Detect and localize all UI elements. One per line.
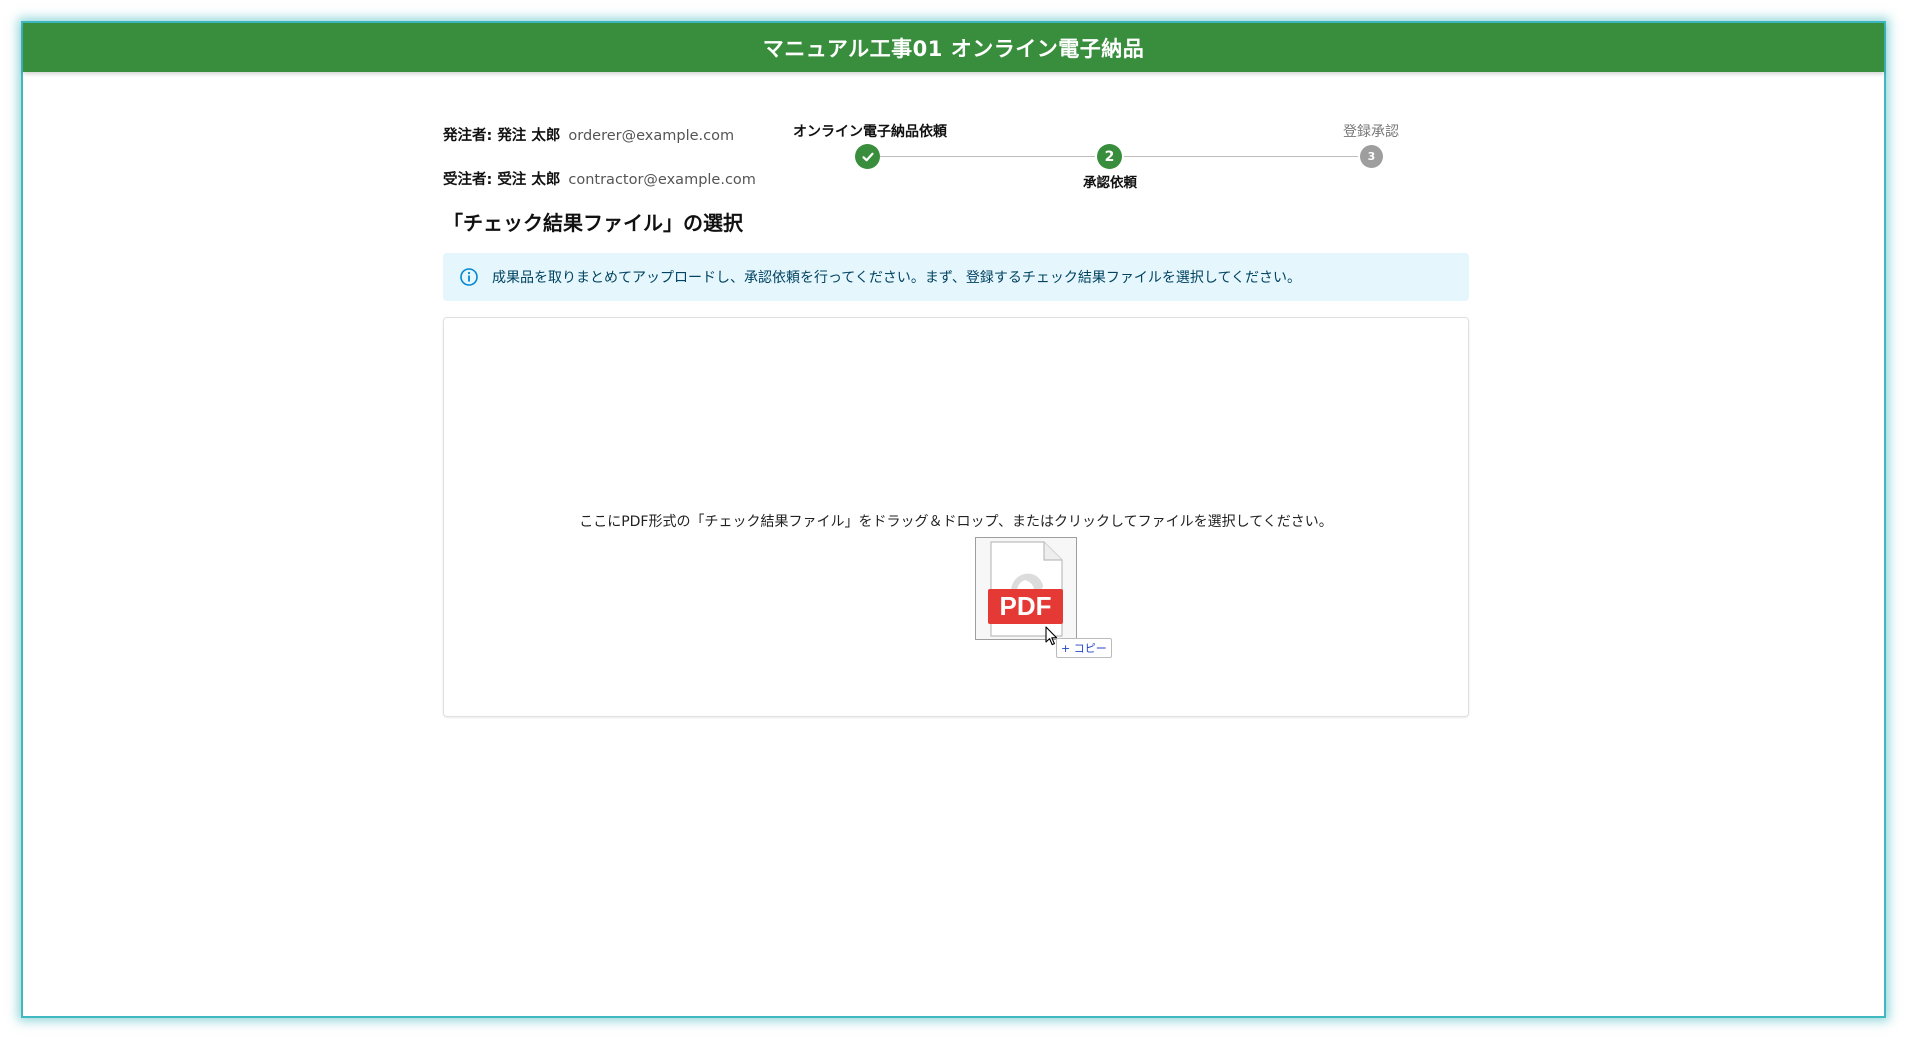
step-3-label: 登録承認 [1343,124,1399,140]
info-icon [459,267,479,287]
dropzone-instruction: ここにPDF形式の「チェック結果ファイル」をドラッグ＆ドロップ、またはクリックし… [579,514,1333,530]
file-dropzone[interactable]: ここにPDF形式の「チェック結果ファイル」をドラッグ＆ドロップ、またはクリックし… [443,317,1469,717]
step-2-number: 2 [1097,144,1122,169]
app-title: マニュアル工事01 オンライン電子納品 [762,36,1145,61]
step-3-number: 3 [1360,145,1383,168]
page-title: 「チェック結果ファイル」の選択 [443,211,743,235]
pdf-file-icon: PDF [988,541,1063,637]
info-alert: 成果品を取りまとめてアップロードし、承認依頼を行ってください。まず、登録するチェ… [443,253,1469,301]
pdf-badge-text: PDF [1000,591,1052,621]
step-connector-1 [879,156,1095,157]
dragged-pdf-file: PDF [975,537,1077,640]
progress-stepper: オンライン電子納品依頼 2 承認依頼 登録承認 3 [443,72,1469,192]
info-message: 成果品を取りまとめてアップロードし、承認依頼を行ってください。まず、登録するチェ… [492,270,1302,286]
app-header: マニュアル工事01 オンライン電子納品 [23,23,1884,72]
step-connector-2 [1124,156,1358,157]
step-2-label: 承認依頼 [1083,175,1137,191]
copy-badge: + コピー [1056,638,1112,658]
app-window: マニュアル工事01 オンライン電子納品 発注者: 発注 太郎 orderer@e… [21,21,1886,1018]
step-1-check-icon [855,144,880,169]
step-1-label: オンライン電子納品依頼 [793,124,947,140]
